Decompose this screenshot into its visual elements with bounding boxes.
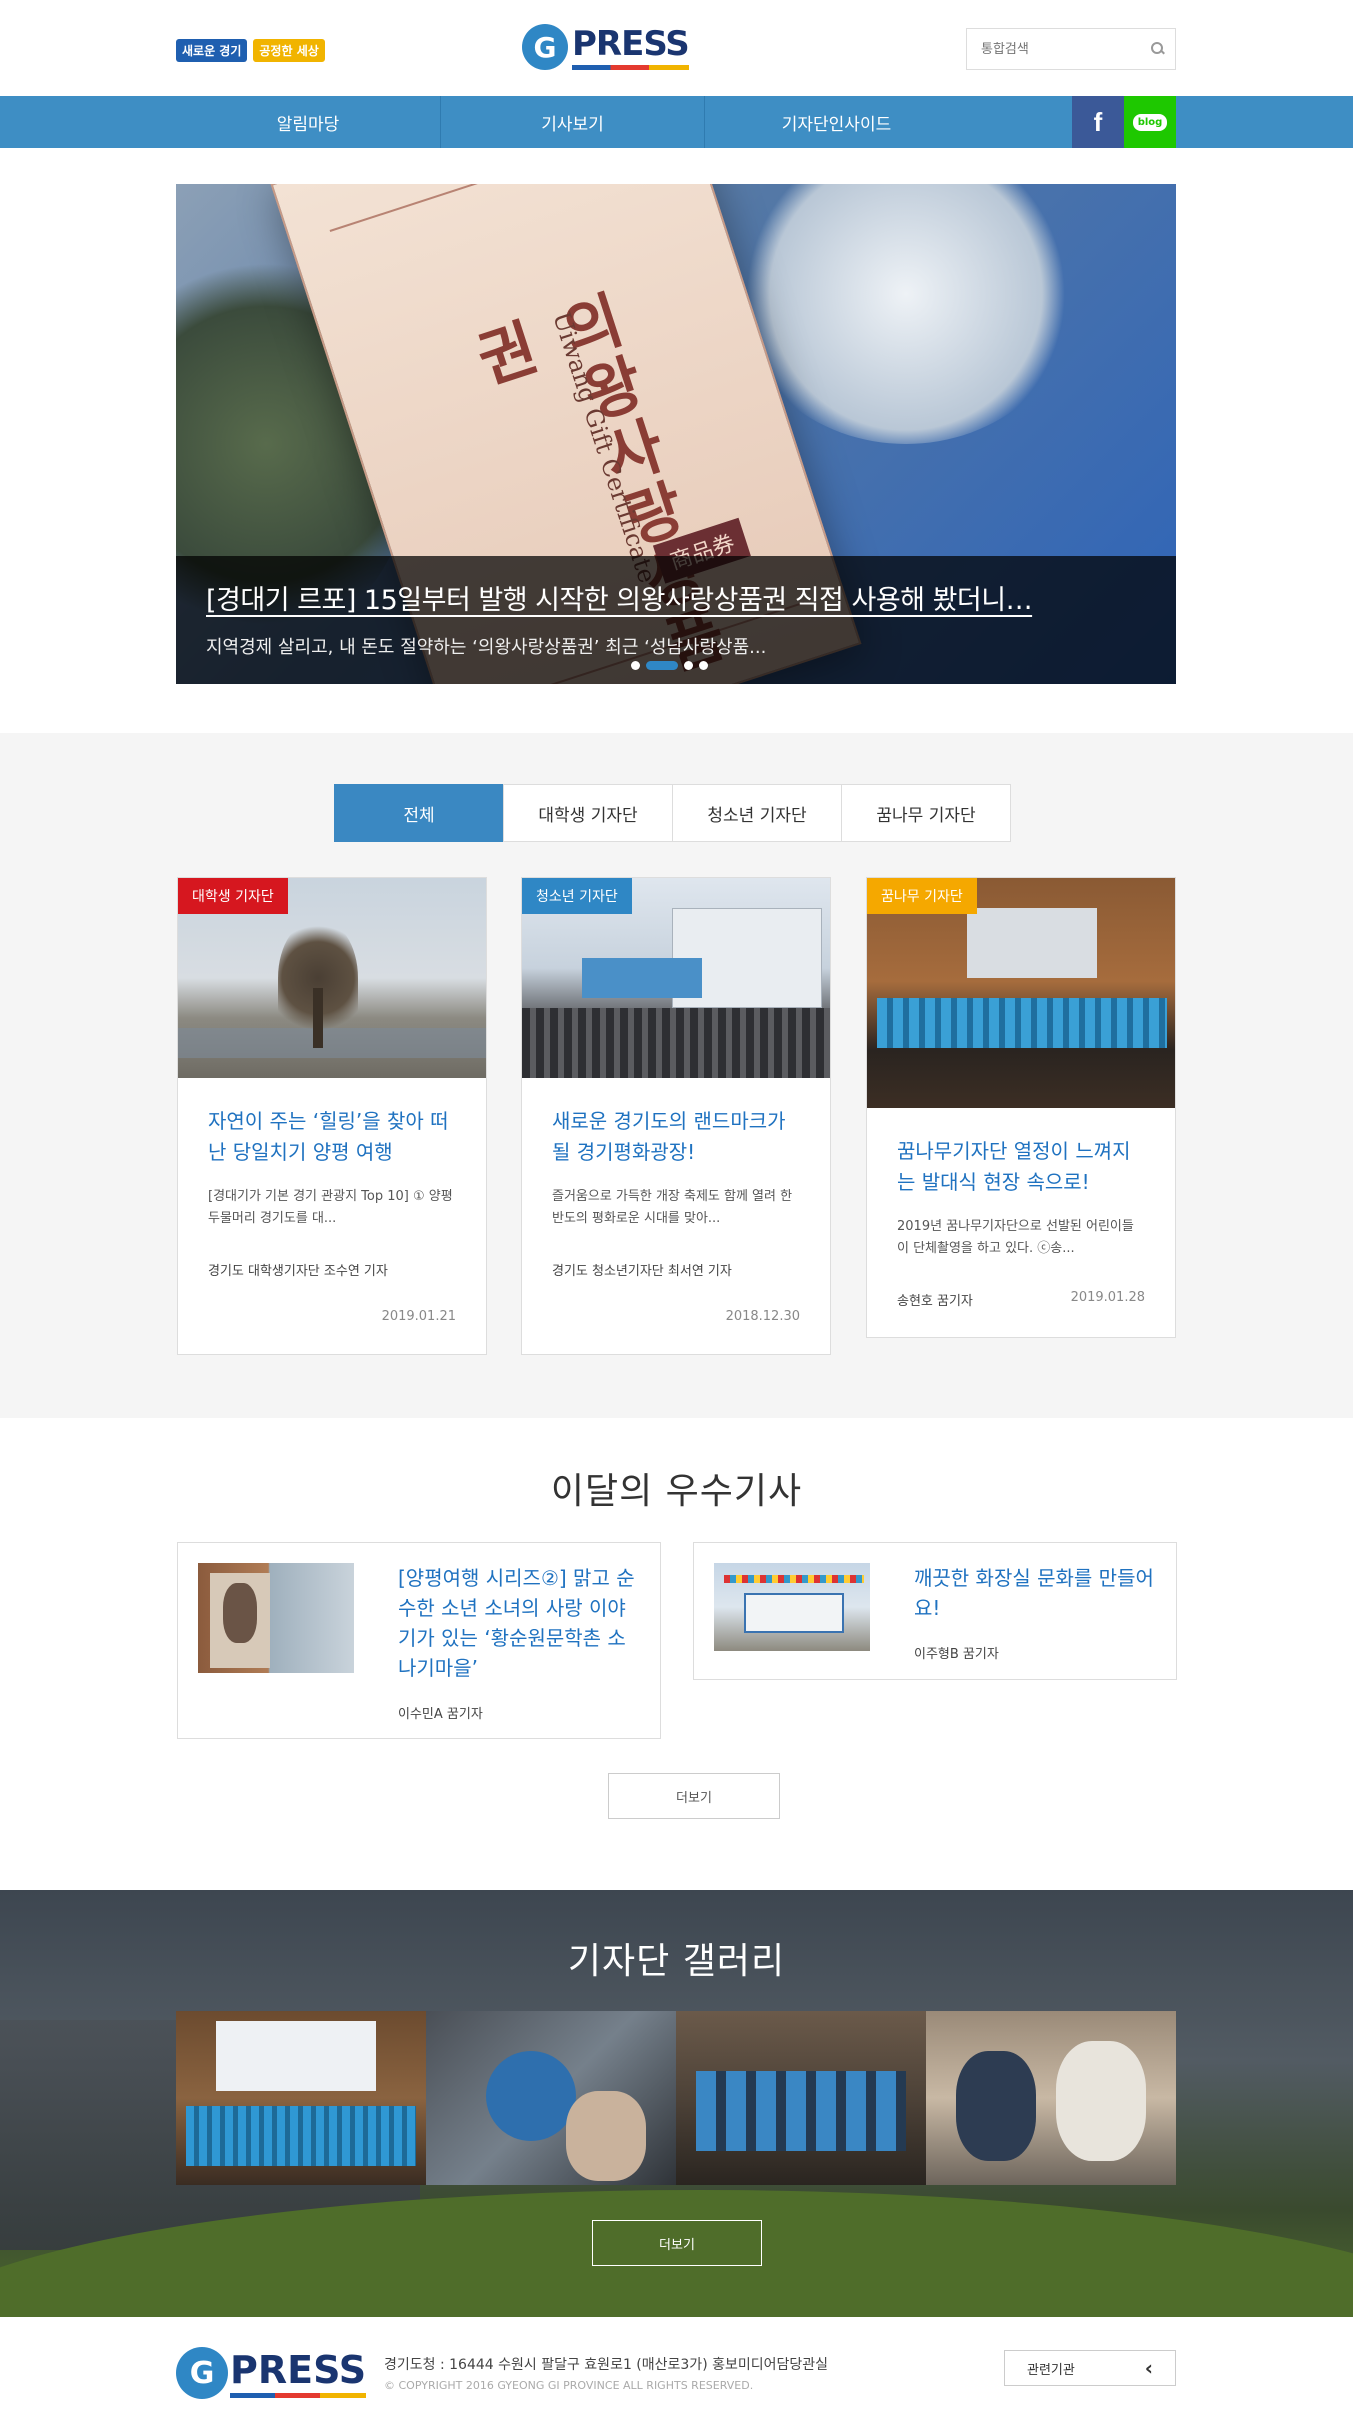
- footer-logo[interactable]: G PRESS: [176, 2347, 367, 2399]
- article-title[interactable]: 새로운 경기도의 랜드마크가 될 경기평화광장!: [552, 1106, 800, 1168]
- best-article-thumbnail: [714, 1563, 870, 1651]
- gallery-heading: 기자단 갤러리: [567, 1941, 786, 1982]
- hero-slider[interactable]: 의왕사랑상품권 Uiwang Gift Certificate 商品券 [경대기…: [176, 184, 1176, 684]
- facebook-icon[interactable]: f: [1072, 96, 1124, 148]
- article-summary: 즐거움으로 가득한 개장 축제도 함께 열려 한반도의 평화로운 시대를 맞아.…: [552, 1189, 793, 1227]
- hero-dot-active[interactable]: [646, 661, 678, 670]
- gallery-more-button[interactable]: 더보기: [592, 2220, 762, 2266]
- article-card[interactable]: 대학생 기자단 자연이 주는 ‘힐링’을 찾아 떠난 당일치기 양평 여행 [경…: [177, 877, 487, 1355]
- footer-logo-text: PRESS: [230, 2348, 367, 2398]
- tab-kids[interactable]: 꿈나무 기자단: [841, 784, 1011, 842]
- gallery-photo[interactable]: [926, 2011, 1176, 2185]
- article-author: 경기도 대학생기자단 조수연 기자: [208, 1264, 388, 1279]
- site-footer: G PRESS 경기도청 : 16444 수원시 팔달구 효원로1 (매산로3가…: [0, 2317, 1353, 2430]
- article-author: 송현호 꿈기자: [897, 1294, 973, 1309]
- nav-item-notice[interactable]: 알림마당: [176, 96, 440, 148]
- category-badge: 청소년 기자단: [522, 878, 632, 914]
- chevron-left-icon: ‹: [1144, 2356, 1153, 2380]
- gallery-photo[interactable]: [426, 2011, 676, 2185]
- article-card[interactable]: 꿈나무 기자단 꿈나무기자단 열정이 느껴지는 발대식 현장 속으로! 2019…: [866, 877, 1176, 1338]
- slogan-part-1: 새로운 경기: [176, 39, 248, 62]
- category-badge: 꿈나무 기자단: [867, 878, 977, 914]
- page: 새로운 경기 공정한 세상 G PRESS 알림마당 기사보기 기자단인사이드 …: [0, 0, 1353, 2430]
- slogan-part-2: 공정한 세상: [253, 39, 325, 62]
- search-box[interactable]: [966, 28, 1176, 70]
- reporter-tabs: 전체 대학생 기자단 청소년 기자단 꿈나무 기자단: [334, 784, 1011, 842]
- article-title[interactable]: 자연이 주는 ‘힐링’을 찾아 떠난 당일치기 양평 여행: [208, 1106, 456, 1168]
- best-article-card[interactable]: [양평여행 시리즈②] 맑고 순수한 소년 소녀의 사랑 이야기가 있는 ‘황순…: [177, 1542, 661, 1739]
- article-summary: 2019년 꿈나무기자단으로 선발된 어린이들이 단체촬영을 하고 있다. ⓒ송…: [897, 1219, 1134, 1257]
- hero-dot[interactable]: [699, 661, 708, 670]
- slogan-banner[interactable]: 새로운 경기 공정한 세상: [176, 39, 325, 62]
- logo-text: PRESS: [572, 24, 690, 70]
- gallery-photo[interactable]: [676, 2011, 926, 2185]
- category-badge: 대학생 기자단: [178, 878, 288, 914]
- best-article-author: 이주형B 꿈기자: [914, 1647, 999, 1662]
- best-article-title[interactable]: 깨끗한 화장실 문화를 만들어요!: [914, 1563, 1156, 1623]
- gallery-section: 기자단 갤러리 더보기: [0, 1890, 1353, 2317]
- related-sites-label: 관련기관: [1027, 2362, 1075, 2378]
- best-articles-heading: 이달의 우수기사: [550, 1471, 803, 1512]
- tab-university[interactable]: 대학생 기자단: [503, 784, 673, 842]
- footer-address: 경기도청 : 16444 수원시 팔달구 효원로1 (매산로3가) 홍보미디어담…: [384, 2357, 829, 2373]
- footer-logo-g-icon: G: [176, 2347, 228, 2399]
- article-date: 2018.12.30: [725, 1309, 800, 1324]
- blog-label: blog: [1132, 113, 1168, 131]
- article-thumbnail: 청소년 기자단: [522, 878, 830, 1078]
- article-date: 2019.01.28: [1070, 1290, 1145, 1305]
- search-input[interactable]: [981, 41, 1151, 57]
- article-title[interactable]: 꿈나무기자단 열정이 느껴지는 발대식 현장 속으로!: [897, 1136, 1145, 1198]
- footer-copyright: © COPYRIGHT 2016 GYEONG GI PROVINCE ALL …: [384, 2379, 754, 2392]
- article-date: 2019.01.21: [381, 1309, 456, 1324]
- tab-all[interactable]: 전체: [334, 784, 504, 842]
- nav-item-articles[interactable]: 기사보기: [440, 96, 704, 148]
- search-icon[interactable]: [1151, 42, 1163, 56]
- main-nav: 알림마당 기사보기 기자단인사이드 f blog: [0, 96, 1353, 148]
- best-article-title[interactable]: [양평여행 시리즈②] 맑고 순수한 소년 소녀의 사랑 이야기가 있는 ‘황순…: [398, 1563, 640, 1683]
- site-logo[interactable]: G PRESS: [522, 24, 690, 70]
- tab-youth[interactable]: 청소년 기자단: [672, 784, 842, 842]
- gallery-photos: [176, 2011, 1176, 2185]
- best-article-author: 이수민A 꿈기자: [398, 1707, 483, 1722]
- blog-icon[interactable]: blog: [1124, 96, 1176, 148]
- article-card[interactable]: 청소년 기자단 새로운 경기도의 랜드마크가 될 경기평화광장! 즐거움으로 가…: [521, 877, 831, 1355]
- article-author: 경기도 청소년기자단 최서연 기자: [552, 1264, 732, 1279]
- hero-dot[interactable]: [684, 661, 693, 670]
- article-thumbnail: 대학생 기자단: [178, 878, 486, 1078]
- hero-pagination: [631, 661, 708, 670]
- hero-description: 지역경제 살리고, 내 돈도 절약하는 ‘의왕사랑상품권’ 최근 ‘성남사랑상품…: [206, 637, 767, 658]
- best-article-card[interactable]: 깨끗한 화장실 문화를 만들어요! 이주형B 꿈기자: [693, 1542, 1177, 1680]
- related-sites-select[interactable]: 관련기관 ‹: [1004, 2350, 1176, 2386]
- gallery-photo[interactable]: [176, 2011, 426, 2185]
- best-more-button[interactable]: 더보기: [608, 1773, 780, 1819]
- nav-item-reporters-inside[interactable]: 기자단인사이드: [704, 96, 968, 148]
- hero-dot[interactable]: [631, 661, 640, 670]
- logo-g-icon: G: [522, 24, 568, 70]
- best-article-thumbnail: [198, 1563, 354, 1673]
- article-summary: [경대기가 기본 경기 관광지 Top 10] ① 양평 두물머리 경기도를 대…: [208, 1189, 453, 1227]
- site-header: 새로운 경기 공정한 세상 G PRESS: [0, 0, 1353, 96]
- article-thumbnail: 꿈나무 기자단: [867, 878, 1175, 1108]
- hero-title[interactable]: [경대기 르포] 15일부터 발행 시작한 의왕사랑상품권 직접 사용해 봤더니…: [206, 578, 1146, 617]
